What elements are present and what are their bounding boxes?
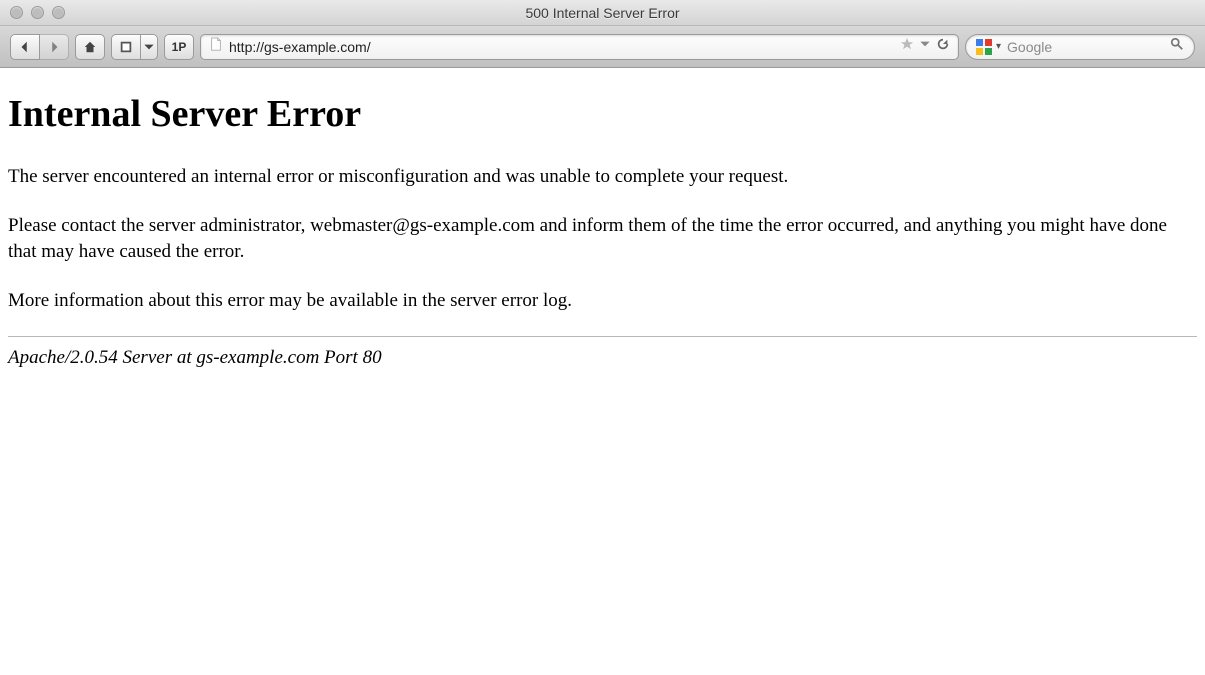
server-signature: Apache/2.0.54 Server at gs-example.com P… [8,347,1197,369]
onepassword-label: 1P [168,40,191,54]
error-paragraph-1: The server encountered an internal error… [8,164,1197,191]
nav-buttons [10,34,69,60]
search-engine-dropdown[interactable]: ▾ [996,41,1001,52]
back-button[interactable] [10,34,40,60]
bookmarks-group [111,34,158,60]
onepassword-button[interactable]: 1P [164,34,194,60]
error-heading: Internal Server Error [8,92,1197,136]
bookmark-page-icon [119,40,133,54]
bookmarks-dropdown[interactable] [140,34,158,60]
search-field[interactable]: ▾ Google [965,34,1195,60]
minimize-window-button[interactable] [31,6,44,19]
google-icon [976,39,992,55]
window-titlebar: 500 Internal Server Error [0,0,1205,26]
bookmarks-button[interactable] [111,34,141,60]
forward-button[interactable] [39,34,69,60]
reload-button[interactable] [936,37,950,56]
home-button[interactable] [75,34,105,60]
window-title: 500 Internal Server Error [0,5,1205,21]
page-icon [209,37,223,56]
address-bar[interactable]: http://gs-example.com/ [200,34,959,60]
search-placeholder: Google [1007,39,1164,55]
home-icon [83,40,97,54]
zoom-window-button[interactable] [52,6,65,19]
search-icon[interactable] [1170,37,1184,56]
forward-icon [47,40,61,54]
page-content: Internal Server Error The server encount… [0,68,1205,377]
toolbar: 1P http://gs-example.com/ ▾ Google [0,26,1205,68]
feed-dropdown[interactable] [918,37,932,56]
url-text[interactable]: http://gs-example.com/ [229,39,894,55]
bookmark-star-icon[interactable] [900,37,914,56]
error-paragraph-2: Please contact the server administrator,… [8,213,1197,266]
traffic-lights [0,6,65,19]
close-window-button[interactable] [10,6,23,19]
divider [8,336,1197,337]
chevron-down-icon [142,40,156,54]
address-bar-actions [900,37,950,56]
back-icon [18,40,32,54]
error-paragraph-3: More information about this error may be… [8,288,1197,315]
